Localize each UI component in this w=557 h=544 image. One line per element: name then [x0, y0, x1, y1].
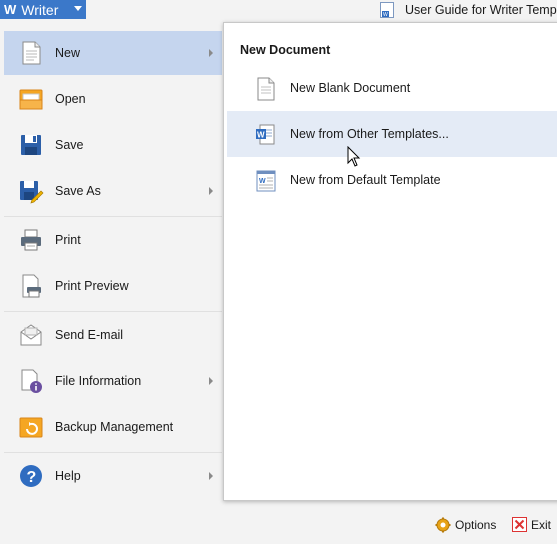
submenu-item-label: New Blank Document	[290, 81, 411, 95]
close-icon	[512, 517, 527, 532]
app-menu-button[interactable]: W Writer	[0, 0, 86, 19]
envelope-icon	[20, 324, 42, 346]
app-title: Writer	[21, 1, 59, 18]
new-document-submenu: New Document New Blank Document W New fr…	[223, 22, 557, 501]
menu-item-label: Print Preview	[55, 279, 129, 293]
document-icon: W	[380, 2, 394, 18]
help-icon: ?	[20, 465, 42, 487]
print-preview-icon	[22, 274, 41, 298]
blank-document-icon	[257, 77, 275, 101]
submenu-title: New Document	[240, 43, 331, 57]
mouse-cursor-icon	[347, 146, 361, 167]
submenu-item-label: New from Default Template	[290, 173, 441, 187]
file-menu: New Open Save Save As Print Print Previe…	[0, 29, 224, 507]
menu-item-print-preview[interactable]: Print Preview	[4, 264, 222, 308]
open-folder-icon	[19, 89, 43, 110]
menu-item-label: Save	[55, 138, 84, 152]
menu-item-new[interactable]: New	[4, 31, 222, 75]
footer-bar: Options Exit	[0, 510, 557, 544]
menu-item-label: Help	[55, 469, 81, 483]
menu-item-label: Send E-mail	[55, 328, 124, 342]
options-label: Options	[455, 518, 497, 532]
chevron-right-icon	[209, 187, 213, 195]
svg-text:?: ?	[27, 469, 37, 486]
new-from-other-templates-item[interactable]: W New from Other Templates...	[227, 111, 557, 157]
menu-item-open[interactable]: Open	[4, 77, 222, 121]
menu-divider	[4, 216, 222, 217]
submenu-item-label: New from Other Templates...	[290, 127, 449, 141]
svg-text:W: W	[383, 12, 388, 18]
writer-logo-icon: W	[4, 2, 16, 17]
save-as-icon	[20, 181, 44, 204]
document-tab-label: User Guide for Writer Templates	[405, 3, 557, 17]
menu-item-print[interactable]: Print	[4, 218, 222, 262]
menu-item-help[interactable]: ? Help	[4, 454, 222, 498]
new-blank-document-item[interactable]: New Blank Document	[227, 65, 557, 111]
default-template-icon: W	[256, 170, 276, 192]
menu-item-label: Print	[55, 233, 81, 247]
file-info-icon	[21, 369, 42, 393]
gear-icon	[435, 517, 451, 533]
options-button[interactable]: Options	[435, 517, 496, 533]
svg-text:W: W	[257, 131, 265, 140]
menu-item-label: Save As	[55, 184, 101, 198]
exit-button[interactable]: Exit	[512, 517, 551, 532]
menu-item-send-email[interactable]: Send E-mail	[4, 313, 222, 357]
template-document-icon: W	[256, 124, 275, 145]
new-document-icon	[22, 41, 41, 65]
save-disk-icon	[21, 135, 41, 155]
menu-item-label: New	[55, 46, 81, 60]
title-bar: W Writer W User Guide for Writer Templat…	[0, 0, 557, 20]
menu-divider	[4, 452, 222, 453]
exit-label: Exit	[531, 517, 552, 532]
menu-item-backup-management[interactable]: Backup Management	[4, 405, 222, 449]
chevron-right-icon	[209, 49, 213, 57]
chevron-right-icon	[209, 377, 213, 385]
chevron-down-icon	[74, 6, 82, 11]
printer-icon	[21, 229, 41, 251]
document-tab[interactable]: W User Guide for Writer Templates	[380, 0, 557, 20]
backup-icon	[19, 417, 43, 438]
menu-item-file-information[interactable]: File Information	[4, 359, 222, 403]
new-from-default-template-item[interactable]: W New from Default Template	[227, 157, 557, 203]
menu-item-label: Backup Management	[55, 420, 174, 434]
svg-text:W: W	[259, 178, 266, 185]
menu-divider	[4, 311, 222, 312]
menu-item-save-as[interactable]: Save As	[4, 169, 222, 213]
menu-item-label: Open	[55, 92, 86, 106]
menu-item-label: File Information	[55, 374, 142, 388]
menu-item-save[interactable]: Save	[4, 123, 222, 167]
chevron-right-icon	[209, 472, 213, 480]
